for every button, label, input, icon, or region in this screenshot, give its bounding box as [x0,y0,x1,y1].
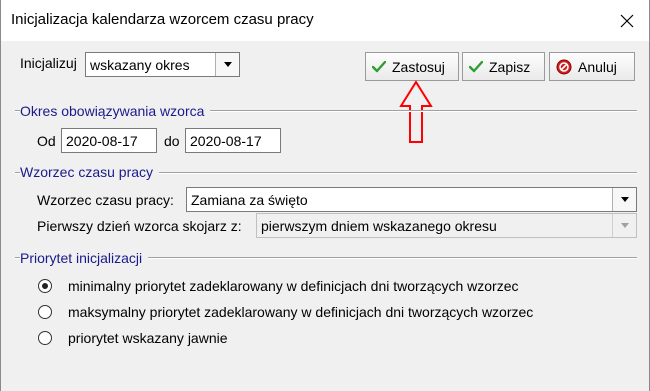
cancel-button[interactable]: Anuluj [549,52,635,81]
priority-option-explicit-label[interactable]: priorytet wskazany jawnie [68,330,228,346]
save-button[interactable]: Zapisz [462,52,545,81]
init-mode-select[interactable]: wskazany okres [85,52,240,77]
to-date-field[interactable]: 2020-08-17 [185,128,281,153]
first-day-value: pierwszym dniem wskazanego okresu [261,218,497,234]
first-day-select[interactable]: pierwszym dniem wskazanego okresu [256,213,637,238]
dialog-window: Inicjalizacja kalendarza wzorcem czasu p… [0,0,650,391]
pattern-label: Wzorzec czasu pracy: [37,192,174,208]
priority-option-max-label[interactable]: maksymalny priorytet zadeklarowany w def… [68,304,533,320]
up-arrow-annotation [399,80,433,143]
first-day-label: Pierwszy dzień wzorca skojarz z: [37,218,242,234]
apply-button[interactable]: Zastosuj [365,52,459,81]
cancel-icon [556,59,572,74]
pattern-dropdown-button[interactable] [612,188,636,211]
check-icon [469,60,483,72]
pattern-section-title: Wzorzec czasu pracy [20,164,160,180]
title-bar: Inicjalizacja kalendarza wzorcem czasu p… [1,0,649,41]
init-mode-value: wskazany okres [90,57,190,73]
apply-button-label: Zastosuj [392,58,445,75]
init-label: Inicjalizuj [20,55,77,71]
period-section-title: Okres obowiązywania wzorca [20,103,211,119]
cancel-button-label: Anuluj [578,58,617,75]
priority-radio-min[interactable] [38,279,52,293]
pattern-value: Zamiana za święto [191,192,308,208]
save-button-label: Zapisz [489,58,531,75]
from-date-field[interactable]: 2020-08-17 [61,128,157,153]
triangle-down-icon [620,197,629,202]
from-label: Od [37,133,56,149]
init-mode-dropdown-button[interactable] [215,53,239,76]
check-icon [372,60,386,72]
to-label: do [164,133,180,149]
pattern-select[interactable]: Zamiana za święto [186,187,637,212]
priority-option-min-label[interactable]: minimalny priorytet zadeklarowany w defi… [68,278,519,294]
window-title: Inicjalizacja kalendarza wzorcem czasu p… [11,11,314,28]
triangle-down-icon [620,223,629,228]
triangle-down-icon [223,62,232,67]
priority-radio-explicit[interactable] [38,331,52,345]
close-button[interactable] [605,0,649,41]
first-day-dropdown-button[interactable] [612,214,636,237]
priority-section-title: Priorytet inicjalizacji [20,250,149,266]
priority-radio-max[interactable] [38,305,52,319]
close-icon [620,14,634,27]
